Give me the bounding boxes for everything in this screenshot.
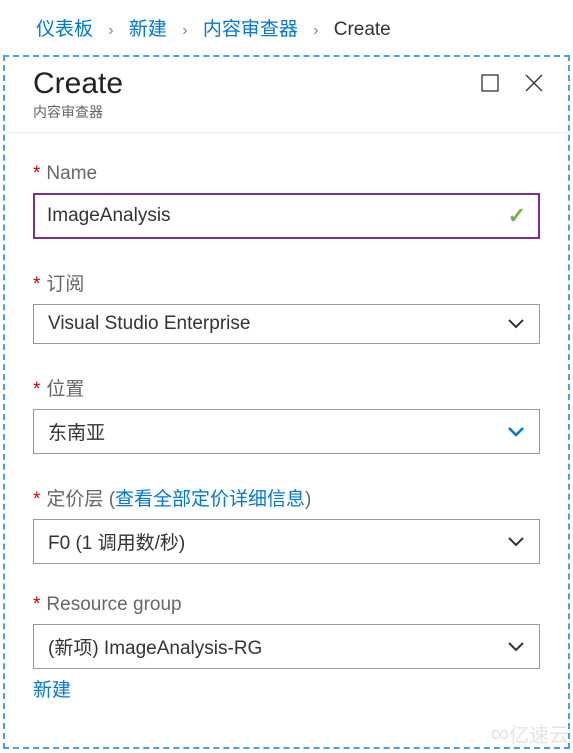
chevron-down-icon bbox=[507, 536, 525, 548]
chevron-down-icon bbox=[507, 318, 525, 330]
create-panel: Create 内容审查器 * Name ✓ * 订阅 bbox=[3, 55, 570, 749]
name-label-text: Name bbox=[46, 163, 97, 184]
location-select[interactable]: 东南亚 bbox=[33, 409, 540, 454]
breadcrumb-separator: › bbox=[182, 22, 187, 39]
required-indicator: * bbox=[33, 274, 40, 295]
panel-title-group: Create 内容审查器 bbox=[33, 67, 123, 122]
subscription-label: * 订阅 bbox=[33, 269, 540, 296]
required-indicator: * bbox=[33, 594, 40, 615]
pricing-label: *定价层 (查看全部定价详细信息) bbox=[33, 484, 540, 511]
maximize-icon[interactable] bbox=[480, 73, 500, 93]
subscription-value: Visual Studio Enterprise bbox=[48, 313, 250, 335]
page-subtitle: 内容审查器 bbox=[33, 102, 123, 122]
resource-group-label-text: Resource group bbox=[46, 594, 181, 615]
location-label-text: 位置 bbox=[46, 379, 84, 400]
subscription-label-text: 订阅 bbox=[46, 274, 84, 295]
required-indicator: * bbox=[33, 379, 40, 400]
panel-header: Create 内容审查器 bbox=[5, 57, 568, 133]
chevron-down-icon bbox=[507, 426, 525, 438]
breadcrumb-item-current: Create bbox=[334, 19, 391, 40]
resource-group-value: (新项) ImageAnalysis-RG bbox=[48, 633, 262, 660]
breadcrumb-separator: › bbox=[313, 22, 318, 39]
pricing-details-link[interactable]: 查看全部定价详细信息 bbox=[115, 489, 305, 510]
name-input-wrap[interactable]: ✓ bbox=[33, 193, 540, 239]
pricing-label-text: 定价层 bbox=[46, 489, 103, 510]
name-input[interactable] bbox=[47, 205, 508, 227]
breadcrumb-separator: › bbox=[108, 22, 113, 39]
create-form: * Name ✓ * 订阅 Visual Studio Enterprise * 位置… bbox=[5, 133, 568, 702]
breadcrumb-item-dashboard[interactable]: 仪表板 bbox=[36, 19, 93, 40]
required-indicator: * bbox=[33, 489, 40, 510]
required-indicator: * bbox=[33, 163, 40, 184]
breadcrumb-item-new[interactable]: 新建 bbox=[129, 19, 167, 40]
new-resource-group-link[interactable]: 新建 bbox=[33, 675, 71, 702]
chevron-down-icon bbox=[507, 641, 525, 653]
field-pricing: *定价层 (查看全部定价详细信息) F0 (1 调用数/秒) bbox=[33, 484, 540, 564]
resource-group-select[interactable]: (新项) ImageAnalysis-RG bbox=[33, 624, 540, 669]
field-resource-group: * Resource group (新项) ImageAnalysis-RG 新建 bbox=[33, 594, 540, 702]
pricing-select[interactable]: F0 (1 调用数/秒) bbox=[33, 519, 540, 564]
location-value: 东南亚 bbox=[48, 418, 105, 445]
name-label: * Name bbox=[33, 163, 540, 185]
resource-group-label: * Resource group bbox=[33, 594, 540, 616]
pricing-value: F0 (1 调用数/秒) bbox=[48, 528, 185, 555]
close-icon[interactable] bbox=[524, 73, 544, 93]
panel-controls bbox=[480, 67, 544, 93]
page-title: Create bbox=[33, 67, 123, 100]
field-subscription: * 订阅 Visual Studio Enterprise bbox=[33, 269, 540, 344]
location-label: * 位置 bbox=[33, 374, 540, 401]
check-icon: ✓ bbox=[508, 203, 526, 229]
subscription-select[interactable]: Visual Studio Enterprise bbox=[33, 304, 540, 344]
field-location: * 位置 东南亚 bbox=[33, 374, 540, 454]
breadcrumb: 仪表板 › 新建 › 内容审查器 › Create bbox=[0, 0, 573, 55]
field-name: * Name ✓ bbox=[33, 163, 540, 239]
breadcrumb-item-content-moderator[interactable]: 内容审查器 bbox=[203, 19, 298, 40]
